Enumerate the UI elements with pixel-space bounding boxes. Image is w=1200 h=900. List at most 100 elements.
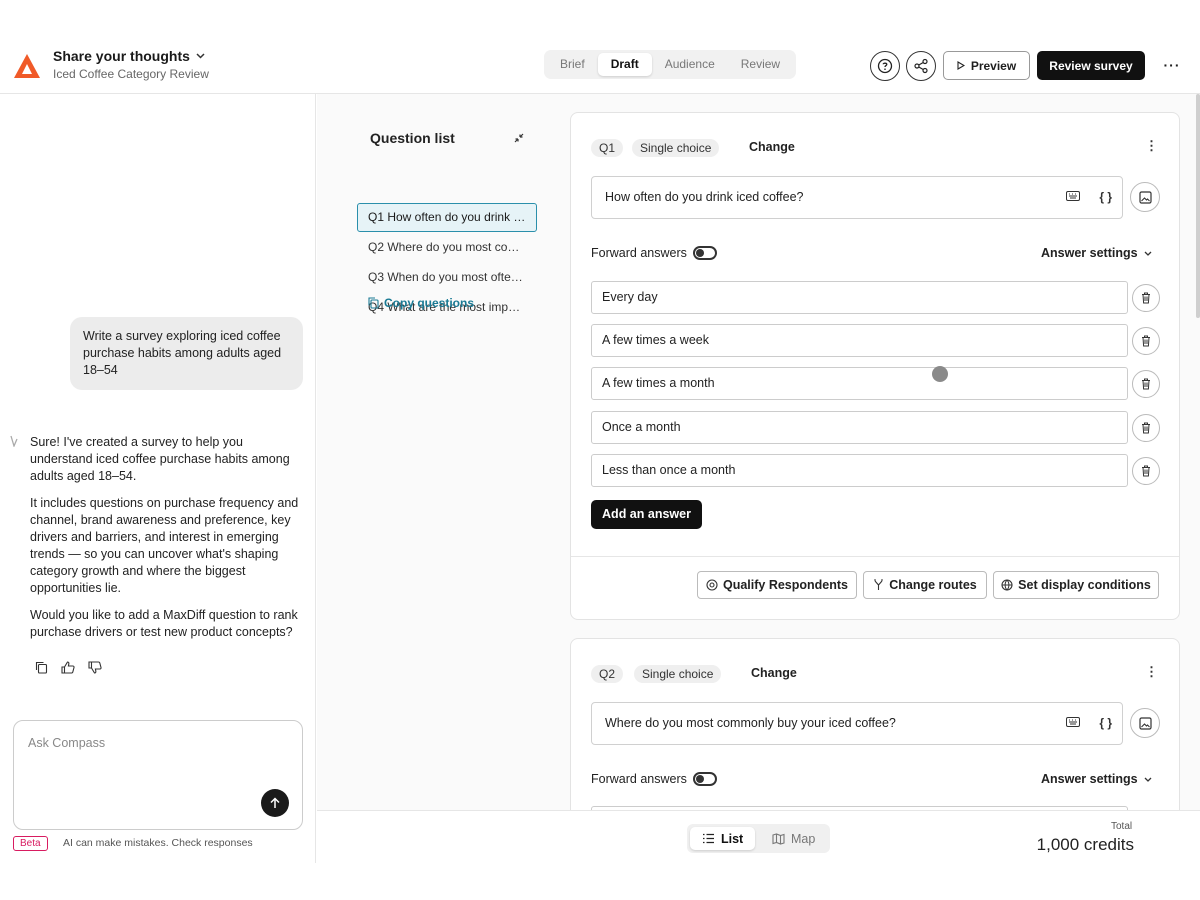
ai-paragraph: It includes questions on purchase freque… (30, 496, 299, 595)
map-view-button[interactable]: Map (760, 827, 827, 850)
preview-label: Preview (970, 58, 1017, 73)
answer-option-input[interactable]: Once a month (591, 411, 1128, 444)
list-view-button[interactable]: List (690, 827, 756, 850)
tab-brief[interactable]: Brief (547, 53, 598, 76)
question-type-badge: Single choice (632, 139, 720, 157)
mouse-cursor (932, 366, 948, 382)
play-icon (957, 61, 965, 70)
chevron-down-icon (1144, 777, 1152, 782)
question-text-input[interactable]: How often do you drink iced coffee? { } (591, 176, 1123, 219)
more-vertical-icon[interactable]: ⋮ (1145, 664, 1158, 680)
app-window: Share your thoughts Iced Coffee Category… (0, 38, 1200, 863)
answer-option-input[interactable]: Less than once a month (591, 454, 1128, 487)
copy-questions-label: Copy questions (384, 296, 475, 310)
question-list-title: Question list (370, 130, 455, 146)
ai-paragraph: Would you like to add a MaxDiff question… (30, 608, 298, 639)
forward-answers-toggle[interactable] (693, 246, 717, 260)
forward-answers-toggle[interactable] (693, 772, 717, 786)
card-divider (571, 556, 1179, 557)
help-icon (877, 58, 893, 74)
add-image-button[interactable] (1130, 708, 1160, 738)
question-editor: Q1 Single choice Change ⋮ How often do y… (562, 94, 1200, 810)
forward-answers-label: Forward answers (591, 772, 687, 786)
ai-sparkle-icon (10, 435, 18, 447)
beta-badge: Beta (13, 836, 48, 851)
trash-icon (1142, 378, 1150, 390)
keyboard-icon[interactable] (1066, 717, 1080, 727)
help-button[interactable] (870, 51, 900, 81)
map-icon (772, 832, 785, 845)
answer-option-input[interactable]: A few times a month (591, 367, 1128, 400)
thumbs-up-icon[interactable] (61, 661, 75, 674)
chevron-down-icon (196, 53, 205, 59)
delete-answer-button[interactable] (1132, 414, 1160, 442)
ai-paragraph: Sure! I've created a survey to help you … (30, 435, 290, 483)
change-type-button[interactable]: Change (751, 666, 797, 680)
list-icon (703, 833, 714, 844)
target-icon (706, 579, 718, 591)
survey-title-block[interactable]: Share your thoughts Iced Coffee Category… (53, 48, 209, 81)
question-number-badge: Q1 (591, 139, 624, 157)
list-view-label: List (721, 831, 744, 846)
scrollbar[interactable] (1196, 94, 1200, 318)
thumbs-down-icon[interactable] (88, 661, 102, 674)
ask-compass-input[interactable]: Ask Compass (13, 720, 303, 830)
forward-answers-label: Forward answers (591, 246, 687, 260)
chevron-down-icon (1144, 251, 1152, 256)
more-options-icon[interactable]: ··· (1162, 57, 1182, 73)
more-vertical-icon[interactable]: ⋮ (1145, 138, 1158, 154)
map-view-label: Map (791, 831, 816, 846)
variables-icon[interactable]: { } (1099, 177, 1112, 218)
ai-disclaimer: AI can make mistakes. Check responses (63, 837, 253, 849)
survey-title: Share your thoughts (53, 48, 190, 64)
delete-answer-button[interactable] (1132, 370, 1160, 398)
send-button[interactable] (261, 789, 289, 817)
question-list-item-q2[interactable]: Q2 Where do you most commonly buy your i… (357, 233, 537, 262)
variables-icon[interactable]: { } (1099, 703, 1112, 744)
qualify-respondents-label: Qualify Respondents (722, 578, 849, 592)
trash-icon (1142, 335, 1150, 347)
question-list-item-q3[interactable]: Q3 When do you most often buy iced coffe… (357, 263, 537, 292)
preview-button[interactable]: Preview (943, 51, 1030, 80)
routes-icon (874, 579, 884, 590)
total-label: Total (1111, 821, 1133, 832)
question-card-q1: Q1 Single choice Change ⋮ How often do y… (570, 112, 1180, 620)
question-card-q2: Q2 Single choice Change ⋮ Where do you m… (570, 638, 1180, 810)
collapse-icon[interactable] (513, 132, 525, 144)
tab-audience[interactable]: Audience (652, 53, 728, 76)
user-message: Write a survey exploring iced coffee pur… (70, 317, 303, 390)
tab-draft[interactable]: Draft (597, 53, 652, 76)
image-icon (1138, 716, 1152, 730)
answer-settings-label: Answer settings (1041, 772, 1138, 786)
trash-icon (1142, 292, 1150, 304)
review-survey-button[interactable]: Review survey (1037, 51, 1145, 80)
change-type-button[interactable]: Change (749, 140, 795, 154)
image-icon (1138, 190, 1152, 204)
share-icon (914, 58, 928, 74)
question-list-item-q1[interactable]: Q1 How often do you drink iced coffee? (357, 203, 537, 232)
answer-option-input[interactable]: Every day (591, 281, 1128, 314)
question-text-input[interactable]: Where do you most commonly buy your iced… (591, 702, 1123, 745)
qualify-respondents-button[interactable]: Qualify Respondents (697, 571, 857, 599)
share-button[interactable] (906, 51, 936, 81)
set-display-conditions-label: Set display conditions (1018, 578, 1151, 592)
top-bar: Share your thoughts Iced Coffee Category… (0, 38, 1200, 94)
copy-icon[interactable] (35, 661, 48, 674)
change-routes-button[interactable]: Change routes (863, 571, 987, 599)
tab-review[interactable]: Review (728, 53, 793, 76)
delete-answer-button[interactable] (1132, 327, 1160, 355)
add-image-button[interactable] (1130, 182, 1160, 212)
delete-answer-button[interactable] (1132, 284, 1160, 312)
answer-settings-dropdown[interactable]: Answer settings (1041, 772, 1152, 786)
copy-questions-link[interactable]: Copy questions (368, 296, 474, 310)
question-type-badge: Single choice (634, 665, 722, 683)
delete-answer-button[interactable] (1132, 457, 1160, 485)
answer-option-input[interactable]: A few times a week (591, 324, 1128, 357)
add-answer-button[interactable]: Add an answer (591, 500, 702, 529)
set-display-conditions-button[interactable]: Set display conditions (993, 571, 1159, 599)
keyboard-icon[interactable] (1066, 191, 1080, 201)
question-text: How often do you drink iced coffee? (605, 190, 804, 204)
stage-tabs: Brief Draft Audience Review (544, 50, 797, 79)
ai-response: Sure! I've created a survey to help you … (30, 434, 305, 651)
answer-settings-dropdown[interactable]: Answer settings (1041, 246, 1152, 260)
